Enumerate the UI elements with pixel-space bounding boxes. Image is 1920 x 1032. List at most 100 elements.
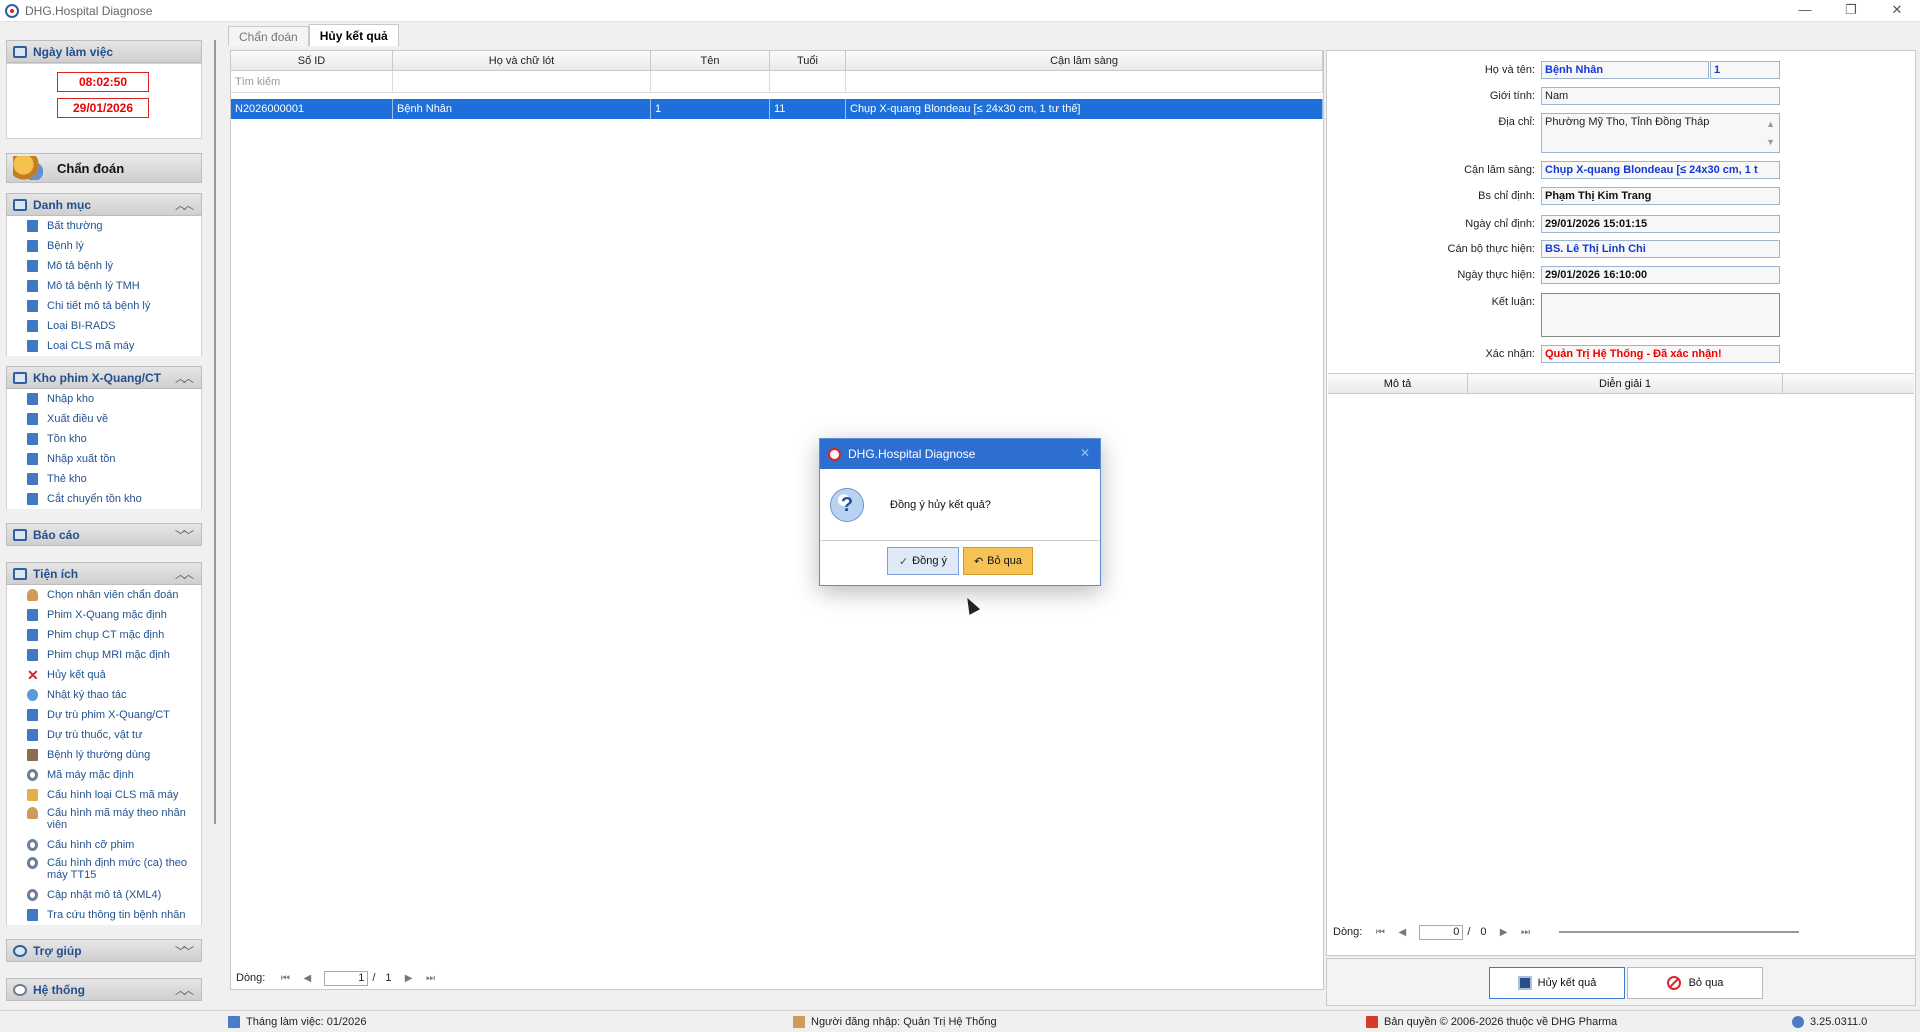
dialog-ok-button[interactable]: ✓ Đồng ý	[887, 547, 959, 575]
field-doctor[interactable]: Phạm Thị Kim Trang	[1541, 187, 1780, 205]
nav-item-nhat-ky[interactable]: Nhật ký thao tác	[7, 685, 201, 705]
section-label: Hệ thống	[33, 982, 85, 997]
section-tro-giup[interactable]: Trợ giúp ﹀﹀	[6, 939, 202, 962]
dialog-title-bar[interactable]: DHG.Hospital Diagnose ✕	[820, 439, 1100, 469]
last-page-icon[interactable]: ⏭	[423, 973, 439, 984]
nav-item-cap-nhat-xml4[interactable]: Cập nhật mô tả (XML4)	[7, 885, 201, 905]
field-full-name[interactable]: Bệnh Nhân	[1541, 61, 1709, 79]
field-address[interactable]: Phường Mỹ Tho, Tỉnh Đồng Tháp ▲ ▼	[1541, 113, 1780, 153]
section-danh-muc[interactable]: Danh mục ︿︿	[6, 193, 202, 216]
section-kho-phim[interactable]: Kho phim X-Quang/CT ︿︿	[6, 366, 202, 389]
field-gender[interactable]: Nam	[1541, 87, 1780, 105]
nav-item-phim-ct[interactable]: Phim chụp CT mặc định	[7, 625, 201, 645]
horizontal-scrollbar[interactable]	[1558, 931, 1799, 933]
cancel-result-button[interactable]: Hủy kết quả	[1489, 967, 1625, 999]
field-performer[interactable]: BS. Lê Thị Linh Chi	[1541, 240, 1780, 258]
nav-item-cau-hinh-cls[interactable]: Cấu hình loại CLS mã máy	[7, 785, 201, 805]
nav-item-chi-tiet-mo-ta[interactable]: Chi tiết mô tả bệnh lý	[7, 296, 201, 316]
field-name-extra[interactable]: 1	[1710, 61, 1780, 79]
col-header-mo-ta[interactable]: Mô tả	[1328, 374, 1468, 393]
section-body-danh-muc: Bất thường Bệnh lý Mô tả bệnh lý Mô tả b…	[6, 216, 202, 356]
description-pager: Dòng: ⏮ ◀ 0 / 0 ▶ ⏭	[1328, 921, 1914, 943]
nav-item-huy-ket-qua[interactable]: ✕ Hủy kết quả	[7, 665, 201, 685]
nav-item-dinh-muc[interactable]: Cấu hình định mức (ca) theo máy TT15	[7, 855, 201, 885]
field-clinical[interactable]: Chụp X-quang Blondeau [≤ 24x30 cm, 1 t	[1541, 161, 1780, 179]
first-page-icon[interactable]: ⏮	[277, 973, 293, 984]
nav-item-phim-mri[interactable]: Phim chụp MRI mặc định	[7, 645, 201, 665]
nav-item-tra-cuu[interactable]: Tra cứu thông tin bệnh nhân	[7, 905, 201, 925]
table-row[interactable]: N2026000001 Bệnh Nhân 1 11 Chụp X-quang …	[231, 99, 1323, 119]
scroll-up-icon[interactable]: ▲	[1766, 116, 1775, 132]
nav-item-ton-kho[interactable]: Tồn kho	[7, 429, 201, 449]
work-date-field[interactable]: 29/01/2026	[57, 98, 149, 118]
nav-item-the-kho[interactable]: Thẻ kho	[7, 469, 201, 489]
minimize-button[interactable]: —	[1782, 0, 1828, 22]
tab-huy-ket-qua[interactable]: Hủy kết quả	[308, 24, 399, 46]
label-address: Địa chỉ:	[1498, 116, 1535, 128]
col-header-dien-giai[interactable]: Diễn giải 1	[1468, 374, 1783, 393]
expand-icon[interactable]: ﹀﹀	[175, 527, 194, 543]
nav-item-cau-hinh-nhan-vien[interactable]: Cấu hình mã máy theo nhân viên	[7, 805, 201, 835]
page-input[interactable]: 0	[1419, 924, 1464, 940]
scroll-down-icon[interactable]: ▼	[1766, 134, 1775, 150]
collapse-icon[interactable]: ︿︿	[175, 982, 194, 998]
field-order-date[interactable]: 29/01/2026 15:01:15	[1541, 215, 1780, 233]
nav-item-benh-ly-thuong-dung[interactable]: Bệnh lý thường dùng	[7, 745, 201, 765]
field-perform-date[interactable]: 29/01/2026 16:10:00	[1541, 266, 1780, 284]
nav-item-xuat-dieu-ve[interactable]: Xuất điều về	[7, 409, 201, 429]
next-page-icon[interactable]: ▶	[401, 973, 417, 984]
nav-item-nhap-xuat-ton[interactable]: Nhập xuất tồn	[7, 449, 201, 469]
filter-input-id[interactable]: Tìm kiếm	[231, 71, 393, 92]
nav-item-mo-ta-benh-ly[interactable]: Mô tả bệnh lý	[7, 256, 201, 276]
restore-button[interactable]: ❐	[1828, 0, 1874, 22]
section-he-thong[interactable]: Hệ thống ︿︿	[6, 978, 202, 1001]
nav-item-bat-thuong[interactable]: Bất thường	[7, 216, 201, 236]
filter-input-tuoi[interactable]	[770, 71, 846, 92]
nav-item-nhap-kho[interactable]: Nhập kho	[7, 389, 201, 409]
last-page-icon[interactable]: ⏭	[1518, 927, 1534, 938]
nav-item-loai-cls[interactable]: Loại CLS mã máy	[7, 336, 201, 356]
col-header-id[interactable]: Số ID	[231, 51, 393, 70]
nav-item-du-tru-thuoc[interactable]: Dự trù thuốc, vật tư	[7, 725, 201, 745]
nav-item-benh-ly[interactable]: Bệnh lý	[7, 236, 201, 256]
field-conclusion[interactable]	[1541, 293, 1780, 337]
first-page-icon[interactable]: ⏮	[1372, 927, 1388, 938]
dialog-cancel-button[interactable]: ↶ Bỏ qua	[963, 547, 1033, 575]
question-icon: ?	[830, 487, 864, 522]
collapse-icon[interactable]: ︿︿	[175, 566, 194, 582]
dialog-ok-label: Đồng ý	[912, 555, 948, 567]
filter-input-ten[interactable]	[651, 71, 770, 92]
section-tien-ich[interactable]: Tiện ích ︿︿	[6, 562, 202, 585]
next-page-icon[interactable]: ▶	[1496, 927, 1512, 938]
tab-chan-doan[interactable]: Chẩn đoán	[228, 26, 309, 46]
nav-item-loai-birads[interactable]: Loại BI-RADS	[7, 316, 201, 336]
sidebar-splitter[interactable]	[214, 40, 216, 824]
page-input[interactable]: 1	[324, 970, 369, 986]
col-header-can-lam-sang[interactable]: Cận lâm sàng	[846, 51, 1323, 70]
skip-button[interactable]: Bỏ qua	[1627, 967, 1763, 999]
collapse-icon[interactable]: ︿︿	[175, 197, 194, 213]
prev-page-icon[interactable]: ◀	[1394, 927, 1410, 938]
close-button[interactable]: ✕	[1874, 0, 1920, 22]
collapse-icon[interactable]: ︿︿	[175, 370, 194, 386]
filter-input-cls[interactable]	[846, 71, 1323, 92]
nav-item-ma-may[interactable]: Mã máy mặc định	[7, 765, 201, 785]
app-logo-icon	[5, 3, 19, 18]
expand-icon[interactable]: ﹀﹀	[175, 943, 194, 959]
prev-page-icon[interactable]: ◀	[299, 973, 315, 984]
col-header-ten[interactable]: Tên	[651, 51, 770, 70]
diagnose-button[interactable]: Chẩn đoán	[6, 153, 202, 183]
dialog-close-icon[interactable]: ✕	[1080, 446, 1090, 460]
col-header-tuoi[interactable]: Tuổi	[770, 51, 846, 70]
section-bao-cao[interactable]: Báo cáo ﹀﹀	[6, 523, 202, 546]
nav-item-chon-nhan-vien[interactable]: Chọn nhân viên chẩn đoán	[7, 585, 201, 605]
nav-item-cat-chuyen[interactable]: Cắt chuyển tồn kho	[7, 489, 201, 509]
nav-item-mo-ta-benh-ly-tmh[interactable]: Mô tả bệnh lý TMH	[7, 276, 201, 296]
col-header-ho-ten[interactable]: Họ và chữ lót	[393, 51, 651, 70]
filter-input-ho-ten[interactable]	[393, 71, 651, 92]
nav-item-co-phim[interactable]: Cấu hình cỡ phim	[7, 835, 201, 855]
row-confirm: Xác nhận: Quản Trị Hệ Thống - Đã xác nhậ…	[1327, 345, 1780, 363]
dialog-body: ? Đồng ý hủy kết quả?	[820, 469, 1100, 541]
nav-item-du-tru-phim[interactable]: Dự trù phim X-Quang/CT	[7, 705, 201, 725]
nav-item-phim-xquang[interactable]: Phim X-Quang mặc định	[7, 605, 201, 625]
